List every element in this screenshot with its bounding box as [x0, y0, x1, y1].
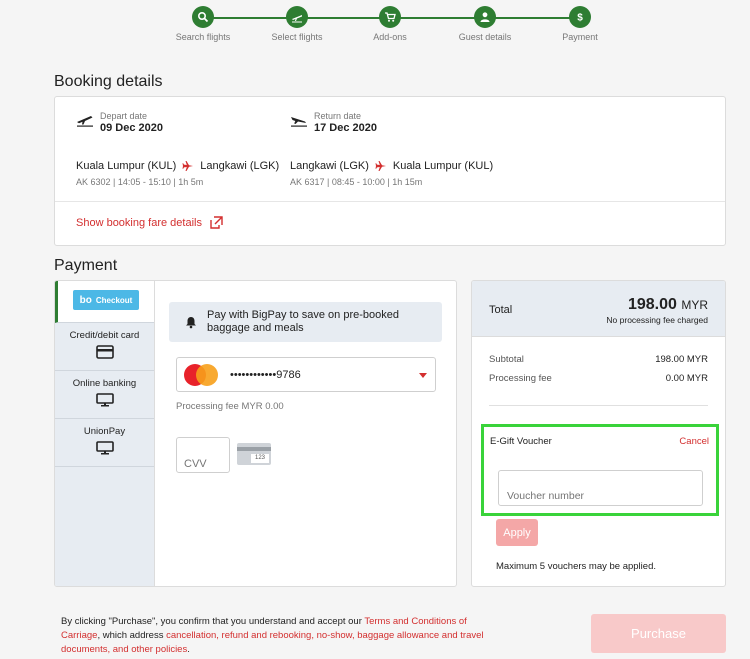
processing-fee-value: 0.00 MYR [665, 373, 708, 384]
depart-destination: Langkawi (LGK) [200, 160, 280, 172]
booking-details-title: Booking details [54, 73, 163, 90]
purchase-button[interactable]: Purchase [591, 614, 726, 653]
voucher-limit-note: Maximum 5 vouchers may be applied. [496, 561, 656, 572]
subtotal-label: Subtotal [489, 354, 524, 365]
depart-flight-meta: AK 6302 | 14:05 - 15:10 | 1h 5m [76, 177, 204, 187]
step-payment[interactable]: $ Payment [540, 6, 620, 42]
progress-stepper: Search flights Select flights Add-ons Gu… [160, 6, 620, 46]
depart-date-label: Depart date [100, 111, 148, 121]
total-header: Total 198.00 MYR No processing fee charg… [472, 281, 725, 337]
step-label: Payment [562, 32, 598, 42]
step-add-ons[interactable]: Add-ons [350, 6, 430, 42]
depart-origin: Kuala Lumpur (KUL) [76, 160, 177, 172]
tab-online-banking[interactable]: Online banking [55, 371, 154, 419]
processing-fee-label: Processing fee [489, 373, 552, 384]
return-date: 17 Dec 2020 [314, 122, 377, 134]
total-amount: 198.00 MYR [627, 296, 708, 313]
tab-label: UnionPay [83, 426, 126, 437]
tab-bigpay-checkout[interactable]: bo Checkout [55, 281, 154, 323]
depart-route: Kuala Lumpur (KUL) Langkawi (LGK) [76, 160, 279, 172]
order-summary-panel: Total 198.00 MYR No processing fee charg… [471, 280, 726, 587]
divider [489, 405, 708, 406]
subtotal-value: 198.00 MYR [655, 354, 708, 365]
monitor-icon [95, 393, 114, 407]
show-fare-details-link[interactable]: Show booking fare details [76, 216, 223, 229]
voucher-cancel-link[interactable]: Cancel [679, 436, 709, 447]
payment-content: Pay with BigPay to save on pre-booked ba… [155, 281, 456, 586]
tab-credit-debit-card[interactable]: Credit/debit card [55, 323, 154, 371]
external-link-icon [210, 216, 223, 229]
terms-text: By clicking "Purchase", you confirm that… [61, 616, 484, 655]
step-label: Select flights [271, 32, 323, 42]
person-icon [474, 6, 496, 28]
tab-label: Online banking [72, 378, 137, 389]
plane-icon [182, 161, 194, 171]
depart-leg: Depart date 09 Dec 2020 Kuala Lumpur (KU… [76, 111, 279, 187]
fare-link-label: Show booking fare details [76, 216, 202, 229]
total-note: No processing fee charged [606, 315, 708, 325]
bigpay-promo-banner: Pay with BigPay to save on pre-booked ba… [169, 302, 442, 342]
search-icon [192, 6, 214, 28]
step-label: Guest details [458, 32, 512, 42]
cart-icon [379, 6, 401, 28]
takeoff-icon [77, 116, 93, 127]
return-date-label: Return date [314, 111, 362, 121]
step-label: Add-ons [373, 32, 407, 42]
card-icon [95, 345, 114, 359]
return-leg: Return date 17 Dec 2020 Langkawi (LGK) K… [290, 111, 493, 187]
plane-icon [286, 6, 308, 28]
return-flight-meta: AK 6317 | 08:45 - 10:00 | 1h 15m [290, 177, 423, 187]
divider [55, 201, 725, 202]
bell-icon [186, 316, 196, 328]
step-search-flights[interactable]: Search flights [163, 6, 243, 42]
step-guest-details[interactable]: Guest details [445, 6, 525, 42]
cvv-input[interactable] [176, 437, 230, 473]
return-origin: Langkawi (LGK) [290, 160, 369, 172]
processing-fee-text: Processing fee MYR 0.00 [176, 401, 284, 412]
egift-voucher-section: E-Gift Voucher Cancel [481, 424, 719, 516]
cvv-hint-card-icon: 123 [237, 443, 271, 465]
landing-icon [291, 117, 307, 127]
total-label: Total [489, 304, 513, 316]
card-number: ••••••••••••9786 [230, 368, 301, 381]
monitor-icon [95, 441, 114, 455]
return-route: Langkawi (LGK) Kuala Lumpur (KUL) [290, 160, 493, 172]
apply-voucher-button[interactable]: Apply [496, 519, 538, 546]
payment-title: Payment [54, 257, 118, 274]
voucher-number-input[interactable] [498, 470, 703, 506]
voucher-title: E-Gift Voucher [490, 436, 552, 447]
chevron-down-icon [419, 373, 427, 378]
subtotal-row: Subtotal 198.00 MYR [489, 354, 708, 365]
tab-unionpay[interactable]: UnionPay [55, 419, 154, 467]
step-label: Search flights [175, 32, 231, 42]
booking-card: Depart date 09 Dec 2020 Kuala Lumpur (KU… [54, 96, 726, 246]
step-select-flights[interactable]: Select flights [257, 6, 337, 42]
processing-fee-row: Processing fee 0.00 MYR [489, 373, 708, 384]
dollar-icon: $ [569, 6, 591, 28]
bigpay-logo: bo Checkout [73, 290, 139, 310]
saved-card-select[interactable]: ••••••••••••9786 [176, 357, 436, 392]
plane-icon [375, 161, 386, 171]
payment-method-tabs: bo Checkout Credit/debit card Online bank… [55, 281, 155, 586]
depart-date: 09 Dec 2020 [100, 122, 163, 134]
mastercard-logo-icon [184, 363, 218, 386]
banner-text: Pay with BigPay to save on pre-booked ba… [207, 309, 400, 334]
payment-panel: bo Checkout Credit/debit card Online bank… [54, 280, 457, 587]
svg-text:$: $ [577, 13, 583, 24]
return-destination: Kuala Lumpur (KUL) [392, 160, 494, 172]
tab-label: Credit/debit card [69, 330, 140, 341]
